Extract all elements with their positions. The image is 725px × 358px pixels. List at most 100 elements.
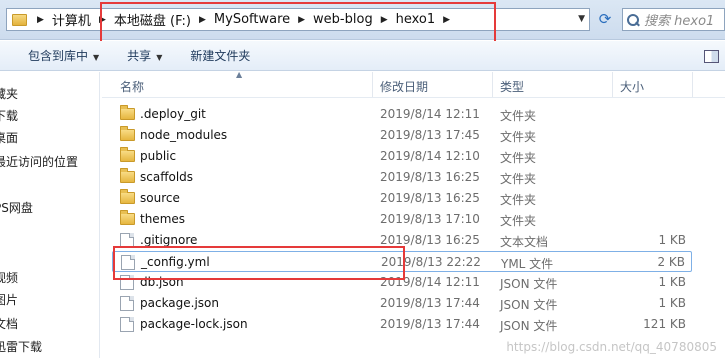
file-modified: 2019/8/14 12:10 — [380, 149, 480, 163]
address-bar[interactable]: ▶ 计算机 ▶ 本地磁盘 (F:) ▶ MySoftware ▶ web-blo… — [6, 8, 590, 31]
file-type: JSON 文件 — [500, 298, 558, 312]
breadcrumb-separator-icon[interactable]: ▶ — [99, 15, 106, 25]
navigation-pane: 藏夹 下载 桌面 最近访问的位置 PS网盘 视频 图片 文档 迅雷下载 — [0, 72, 100, 358]
table-row[interactable]: package.json 2019/8/13 17:44 JSON 文件 1 K… — [112, 293, 692, 314]
file-name: .deploy_git — [140, 107, 206, 121]
share-label: 共享 — [127, 49, 152, 63]
nav-item-pictures[interactable]: 图片 — [0, 291, 18, 308]
search-input[interactable]: 搜索 hexo1 — [622, 8, 725, 31]
breadcrumb-drive[interactable]: 本地磁盘 (F:) — [114, 10, 191, 29]
chevron-down-icon: ▼ — [156, 53, 163, 62]
nav-item-recent[interactable]: 最近访问的位置 — [0, 153, 78, 170]
search-icon — [627, 13, 639, 26]
nav-item-desktop[interactable]: 桌面 — [0, 129, 18, 146]
search-placeholder: 搜索 hexo1 — [644, 14, 715, 29]
table-row[interactable]: scaffolds 2019/8/13 16:25 文件夹 — [112, 167, 692, 188]
file-modified: 2019/8/13 22:22 — [381, 255, 481, 269]
share-button[interactable]: 共享 ▼ — [113, 47, 176, 64]
file-modified: 2019/8/14 12:11 — [380, 275, 480, 289]
nav-item-documents[interactable]: 文档 — [0, 315, 18, 332]
watermark: https://blog.csdn.net/qq_40780805 — [506, 340, 717, 354]
file-size: 1 KB — [658, 233, 686, 247]
breadcrumb-separator-icon[interactable]: ▶ — [298, 15, 305, 25]
column-header-name[interactable]: 名称 — [120, 78, 144, 95]
file-name: node_modules — [140, 128, 228, 142]
chevron-down-icon: ▼ — [93, 53, 100, 62]
column-divider[interactable] — [492, 72, 493, 97]
file-modified: 2019/8/13 17:10 — [380, 212, 480, 226]
include-in-library-button[interactable]: 包含到库中 ▼ — [0, 47, 113, 64]
folder-icon — [120, 210, 135, 225]
column-divider[interactable] — [372, 72, 373, 97]
file-type: JSON 文件 — [500, 277, 558, 291]
folder-icon — [120, 168, 135, 183]
file-modified: 2019/8/13 17:45 — [380, 128, 480, 142]
file-name: source — [140, 191, 180, 205]
file-modified: 2019/8/13 17:44 — [380, 296, 480, 310]
table-row[interactable]: node_modules 2019/8/13 17:45 文件夹 — [112, 125, 692, 146]
column-divider[interactable] — [612, 72, 613, 97]
file-list: ▲ 名称 修改日期 类型 大小 .deploy_git 2019/8/14 12… — [102, 70, 725, 358]
file-size: 1 KB — [658, 296, 686, 310]
breadcrumb-mysoftware[interactable]: MySoftware — [214, 12, 290, 27]
breadcrumb-separator-icon[interactable]: ▶ — [199, 15, 206, 25]
file-name: package.json — [140, 296, 220, 310]
folder-icon — [120, 189, 135, 204]
file-size: 121 KB — [643, 317, 686, 331]
file-name: themes — [140, 212, 186, 226]
column-header-size[interactable]: 大小 — [620, 78, 644, 95]
include-in-library-label: 包含到库中 — [28, 49, 89, 63]
file-icon — [121, 255, 135, 270]
chevron-down-icon[interactable]: ▼ — [578, 14, 585, 24]
refresh-icon[interactable]: ⟳ — [594, 9, 616, 31]
nav-item-thunder-downloads[interactable]: 迅雷下载 — [0, 338, 42, 355]
file-icon — [120, 275, 134, 290]
nav-item-videos[interactable]: 视频 — [0, 269, 18, 286]
file-type: 文件夹 — [500, 214, 537, 228]
folder-icon — [120, 126, 135, 141]
file-modified: 2019/8/14 12:11 — [380, 107, 480, 121]
file-type: YML 文件 — [501, 257, 554, 271]
breadcrumb-separator-icon[interactable]: ▶ — [37, 15, 44, 25]
column-header-modified[interactable]: 修改日期 — [380, 78, 428, 95]
file-type: 文件夹 — [500, 172, 537, 186]
preview-pane-icon[interactable] — [703, 48, 719, 64]
column-header-row: ▲ 名称 修改日期 类型 大小 — [102, 70, 725, 98]
file-type: 文件夹 — [500, 151, 537, 165]
file-size: 2 KB — [657, 255, 685, 269]
breadcrumb-separator-icon[interactable]: ▶ — [381, 15, 388, 25]
table-row[interactable]: source 2019/8/13 16:25 文件夹 — [112, 188, 692, 209]
table-row-selected[interactable]: _config.yml 2019/8/13 22:22 YML 文件 2 KB — [112, 251, 692, 272]
file-size: 1 KB — [658, 275, 686, 289]
breadcrumb-computer[interactable]: 计算机 — [52, 10, 91, 29]
file-modified: 2019/8/13 17:44 — [380, 317, 480, 331]
breadcrumb-hexo1[interactable]: hexo1 — [396, 12, 436, 27]
file-name: scaffolds — [140, 170, 194, 184]
sort-ascending-icon: ▲ — [236, 70, 243, 79]
table-row[interactable]: themes 2019/8/13 17:10 文件夹 — [112, 209, 692, 230]
file-name: db.json — [140, 275, 184, 289]
address-bar-row: ▶ 计算机 ▶ 本地磁盘 (F:) ▶ MySoftware ▶ web-blo… — [0, 0, 725, 40]
file-type: 文本文档 — [500, 235, 549, 249]
command-toolbar: 包含到库中 ▼ 共享 ▼ 新建文件夹 — [0, 41, 725, 71]
nav-item-favorites[interactable]: 藏夹 — [0, 85, 18, 102]
file-name: .gitignore — [140, 233, 198, 247]
column-header-type[interactable]: 类型 — [500, 78, 524, 95]
file-icon — [120, 317, 134, 332]
column-divider[interactable] — [692, 72, 693, 97]
table-row[interactable]: .gitignore 2019/8/13 16:25 文本文档 1 KB — [112, 230, 692, 251]
nav-item-ps-netdisk[interactable]: PS网盘 — [0, 199, 33, 216]
nav-item-downloads[interactable]: 下载 — [0, 107, 18, 124]
breadcrumb-web-blog[interactable]: web-blog — [313, 12, 373, 27]
breadcrumb-separator-icon[interactable]: ▶ — [443, 15, 450, 25]
table-row[interactable]: .deploy_git 2019/8/14 12:11 文件夹 — [112, 104, 692, 125]
folder-icon — [11, 11, 29, 29]
table-row[interactable]: public 2019/8/14 12:10 文件夹 — [112, 146, 692, 167]
file-modified: 2019/8/13 16:25 — [380, 170, 480, 184]
file-modified: 2019/8/13 16:25 — [380, 233, 480, 247]
table-row[interactable]: package-lock.json 2019/8/13 17:44 JSON 文… — [112, 314, 692, 335]
new-folder-button[interactable]: 新建文件夹 — [176, 47, 264, 64]
file-type: 文件夹 — [500, 193, 537, 207]
text-file-icon — [120, 233, 134, 248]
table-row[interactable]: db.json 2019/8/14 12:11 JSON 文件 1 KB — [112, 272, 692, 293]
